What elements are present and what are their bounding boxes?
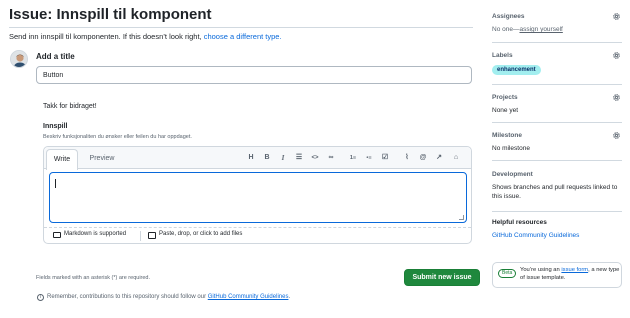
image-icon xyxy=(148,232,156,239)
beta-badge: Beta xyxy=(498,269,517,278)
milestone-value: No milestone xyxy=(492,145,530,152)
development-value: Shows branches and pull requests linked … xyxy=(492,184,618,200)
info-icon: i xyxy=(37,294,44,301)
task-list-icon[interactable]: ☑ xyxy=(380,153,390,163)
assign-yourself-link[interactable]: assign yourself xyxy=(519,26,562,33)
subtitle-text: Send inn innspill til komponenten. If th… xyxy=(9,32,202,41)
community-guidelines-link[interactable]: GitHub Community Guidelines xyxy=(208,294,289,300)
attach-icon[interactable]: ⌇ xyxy=(402,153,412,163)
markdown-editor: Write Preview H B I ☰ <> ∞ 1≡ •≡ ☑ ⌇ @ ↗… xyxy=(43,146,472,244)
remember-note: Remember, contributions to this reposito… xyxy=(47,294,290,300)
helpful-resources-heading: Helpful resources xyxy=(492,219,547,226)
enhancement-label-badge[interactable]: enhancement xyxy=(492,65,541,75)
issue-form-link[interactable]: issue form xyxy=(561,267,588,273)
tab-write[interactable]: Write xyxy=(46,149,78,170)
required-note: Fields marked with an asterisk (*) are r… xyxy=(36,275,151,281)
projects-heading[interactable]: Projects xyxy=(492,94,518,101)
bulleted-list-icon[interactable]: •≡ xyxy=(364,153,374,163)
editor-footer: Markdown is supported Paste, drop, or cl… xyxy=(44,227,471,243)
milestone-heading[interactable]: Milestone xyxy=(492,132,522,139)
labels-gear-icon[interactable] xyxy=(612,51,621,60)
sidebar-divider xyxy=(492,122,622,123)
link-icon[interactable]: ∞ xyxy=(326,153,336,163)
remember-suffix: . xyxy=(288,294,291,300)
avatar xyxy=(10,50,28,68)
sidebar-guidelines-link[interactable]: GitHub Community Guidelines xyxy=(492,232,579,239)
mention-icon[interactable]: @ xyxy=(418,153,428,163)
tab-preview[interactable]: Preview xyxy=(82,149,122,170)
sidebar-divider xyxy=(492,160,622,161)
italic-icon[interactable]: I xyxy=(278,153,288,163)
innspill-description: Beskriv funksjonaliten du ønsker eller f… xyxy=(43,134,192,140)
title-divider xyxy=(9,27,473,28)
add-files-button[interactable]: Paste, drop, or click to add files xyxy=(159,231,242,237)
numbered-list-icon[interactable]: 1≡ xyxy=(348,153,358,163)
reference-icon[interactable]: ↗ xyxy=(434,153,444,163)
development-heading: Development xyxy=(492,171,533,178)
projects-gear-icon[interactable] xyxy=(612,93,621,102)
footer-separator xyxy=(140,231,141,241)
sidebar-divider xyxy=(492,84,622,85)
assignees-gear-icon[interactable] xyxy=(612,12,621,21)
comment-textarea[interactable] xyxy=(49,172,467,223)
labels-heading[interactable]: Labels xyxy=(492,52,513,59)
markdown-supported-link[interactable]: Markdown is supported xyxy=(64,231,126,237)
projects-value: None yet xyxy=(492,107,519,114)
issue-form-card: Beta You’re using an issue form, a new t… xyxy=(492,262,622,288)
sidebar-divider xyxy=(492,211,622,212)
milestone-gear-icon[interactable] xyxy=(612,131,621,140)
card-text-prefix: You’re using an xyxy=(520,267,560,273)
quote-icon[interactable]: ☰ xyxy=(294,153,304,163)
resize-grip-icon[interactable] xyxy=(459,215,464,220)
text-caret xyxy=(55,179,56,188)
page-subtitle: Send inn innspill til komponenten. If th… xyxy=(9,32,282,41)
page-title: Issue: Innspill til komponent xyxy=(9,6,212,23)
title-input[interactable] xyxy=(36,66,472,84)
remember-text: Remember, contributions to this reposito… xyxy=(47,294,207,300)
add-title-label: Add a title xyxy=(36,52,75,61)
assignees-value: No one—assign yourself xyxy=(492,26,563,33)
choose-different-type-link[interactable]: choose a different type. xyxy=(204,32,282,41)
submit-new-issue-button[interactable]: Submit new issue xyxy=(404,269,480,286)
assignees-heading[interactable]: Assignees xyxy=(492,13,525,20)
markdown-icon xyxy=(53,232,61,238)
saved-reply-icon[interactable]: ⌂ xyxy=(451,153,461,163)
assignees-none-text: No one— xyxy=(492,26,520,33)
code-icon[interactable]: <> xyxy=(310,153,320,163)
heading-icon[interactable]: H xyxy=(246,153,256,163)
sidebar-divider xyxy=(492,42,622,43)
editor-header: Write Preview H B I ☰ <> ∞ 1≡ •≡ ☑ ⌇ @ ↗… xyxy=(44,147,471,170)
innspill-label: Innspill xyxy=(43,123,68,130)
issue-form-card-text: You’re using an issue form, a new type o… xyxy=(520,266,620,282)
thanks-text: Takk for bidraget! xyxy=(43,103,97,110)
bold-icon[interactable]: B xyxy=(262,153,272,163)
